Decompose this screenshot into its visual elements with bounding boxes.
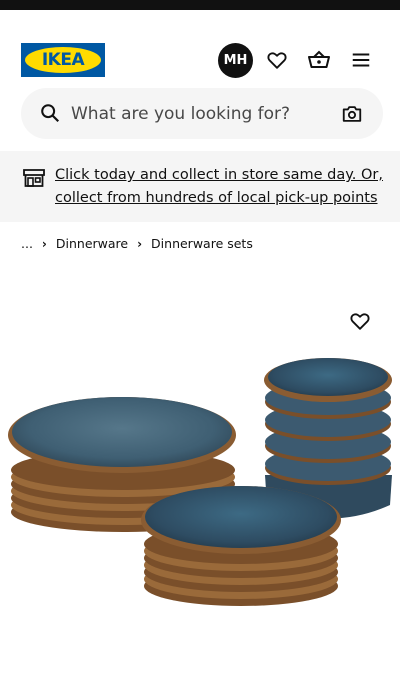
logo-text: IKEA xyxy=(41,50,85,70)
breadcrumb: ... › Dinnerware › Dinnerware sets xyxy=(21,236,253,251)
ikea-logo[interactable]: IKEA xyxy=(21,43,105,77)
click-collect-banner: Click today and collect in store same da… xyxy=(0,151,400,222)
store-icon xyxy=(22,167,46,193)
basket-icon[interactable] xyxy=(307,48,331,72)
camera-icon[interactable] xyxy=(341,103,363,129)
heart-icon[interactable] xyxy=(265,48,289,72)
breadcrumb-ellipsis[interactable]: ... xyxy=(21,236,33,251)
chevron-right-icon: › xyxy=(41,236,47,251)
menu-icon[interactable] xyxy=(349,48,373,72)
small-plate-stack xyxy=(141,486,341,606)
search-icon xyxy=(39,102,61,128)
status-bar xyxy=(0,0,400,10)
header: IKEA MH xyxy=(0,10,400,90)
click-collect-link[interactable]: Click today and collect in store same da… xyxy=(55,164,390,210)
search-input[interactable] xyxy=(71,88,331,139)
logo-oval: IKEA xyxy=(25,47,101,73)
search-bar[interactable] xyxy=(21,88,383,139)
breadcrumb-item-dinnerware-sets[interactable]: Dinnerware sets xyxy=(151,236,253,251)
add-to-favourites-heart-icon[interactable] xyxy=(349,310,373,334)
breadcrumb-item-dinnerware[interactable]: Dinnerware xyxy=(56,236,128,251)
avatar[interactable]: MH xyxy=(218,43,253,78)
chevron-right-icon: › xyxy=(137,236,143,251)
product-image[interactable] xyxy=(0,280,400,674)
